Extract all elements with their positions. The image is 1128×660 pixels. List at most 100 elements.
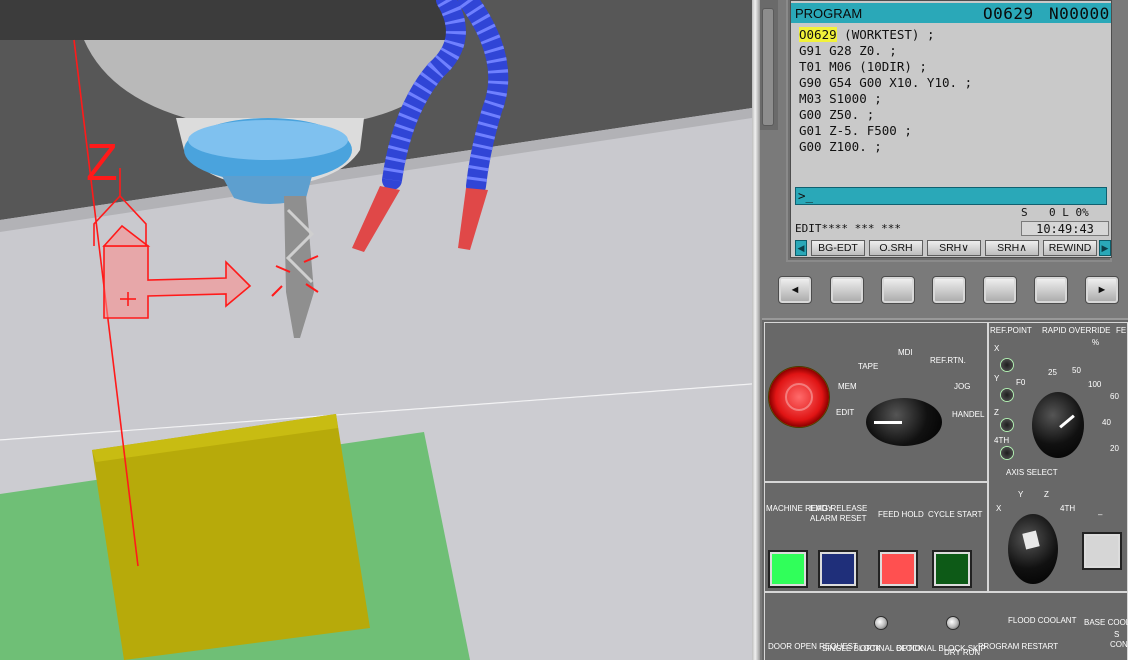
- mode-status-text: EDIT**** *** ***: [795, 222, 901, 235]
- axis-minus-button[interactable]: [1082, 532, 1122, 570]
- spindle-status: S 0 L 0%: [1021, 206, 1089, 219]
- flood-coolant-label: FLOOD COOLANT: [1008, 616, 1077, 625]
- feed-60-label: 60: [1110, 392, 1119, 401]
- program-listing[interactable]: O0629 (WORKTEST) ; G91 G28 Z0. ; T01 M06 (…: [799, 27, 1105, 155]
- feed-20-label: 20: [1110, 444, 1119, 453]
- program-header: PROGRAM O0629 N00000: [791, 3, 1111, 23]
- panel-splitter[interactable]: [752, 0, 760, 660]
- machine-ready-button[interactable]: [768, 550, 808, 588]
- viewport-scene: Z: [0, 0, 752, 660]
- program-number: O0629: [983, 4, 1034, 23]
- axis-select-y-label: Y: [1018, 490, 1024, 499]
- axis-led-x-label: X: [994, 344, 1000, 353]
- mode-mdi-label: MDI: [898, 348, 913, 357]
- program-line[interactable]: G90 G54 G00 X10. Y10. ;: [799, 75, 1105, 91]
- axis-select-knob[interactable]: [1008, 514, 1058, 584]
- cycle-start-button[interactable]: [932, 550, 972, 588]
- program-line[interactable]: G01 Z-5. F500 ;: [799, 123, 1105, 139]
- soft-key-bar: ◀ BG-EDT O.SRH SRH∨ SRH∧ REWIND ▶: [793, 239, 1111, 257]
- dry-run-toggle[interactable]: [946, 616, 960, 630]
- soft-key-rewind[interactable]: REWIND: [1043, 240, 1097, 256]
- soft-key-o-srh[interactable]: O.SRH: [869, 240, 923, 256]
- physical-key-left-arrow-icon[interactable]: ◄: [778, 276, 812, 304]
- ref-point-led-4th: [1000, 446, 1014, 460]
- mode-jog-label: JOG: [954, 382, 971, 391]
- feed-hold-label: FEED HOLD: [878, 510, 924, 519]
- axis-led-4th-label: 4TH: [994, 436, 1010, 445]
- single-block-toggle[interactable]: [874, 616, 888, 630]
- mode-handel-label: HANDEL: [952, 410, 985, 419]
- alarm-reset-label: ALARM RESET: [810, 514, 867, 523]
- cycle-start-label: CYCLE START: [928, 510, 983, 519]
- program-line-text: G00 Z100. ;: [799, 139, 882, 154]
- clock-display: 10:49:43: [1021, 221, 1109, 236]
- soft-key-next-arrow-icon[interactable]: ▶: [1099, 240, 1111, 256]
- fe-label: FE: [1116, 326, 1127, 335]
- physical-soft-key-3[interactable]: [932, 276, 966, 304]
- program-line[interactable]: T01 M06 (10DIR) ;: [799, 59, 1105, 75]
- physical-soft-key-2[interactable]: [881, 276, 915, 304]
- mode-ref-rtn-label: REF.RTN.: [930, 356, 966, 365]
- sequence-number: N00000: [1049, 4, 1110, 23]
- cnc-simulator-window: Z PROGRAM O0629 N00000 O0629 (WORKTEST) …: [0, 0, 1128, 660]
- ref-point-label: REF.POINT: [990, 326, 1032, 335]
- cnc-display-screen: PROGRAM O0629 N00000 O0629 (WORKTEST) ; G…: [790, 0, 1112, 258]
- feed-40-label: 40: [1102, 418, 1111, 427]
- soft-key-srh-up[interactable]: SRH∧: [985, 240, 1039, 256]
- program-cursor-highlight: O0629: [799, 27, 837, 42]
- mode-select-knob[interactable]: [866, 398, 942, 446]
- rapid-100-label: 100: [1088, 380, 1102, 389]
- physical-soft-keys: ◄ ►: [778, 276, 1124, 306]
- alarm-reset-button[interactable]: [818, 550, 858, 588]
- ref-point-led-z: [1000, 418, 1014, 432]
- program-line-text: G00 Z50. ;: [799, 107, 875, 122]
- command-input[interactable]: >_: [795, 187, 1107, 205]
- rapid-override-label: RAPID OVERRIDE: [1042, 326, 1111, 335]
- mode-edit-label: EDIT: [836, 408, 855, 417]
- feed-hold-button[interactable]: [878, 550, 918, 588]
- rapid-unit-label: %: [1092, 338, 1100, 347]
- program-line-text: G90 G54 G00 X10. Y10. ;: [799, 75, 973, 90]
- program-title: PROGRAM: [795, 6, 863, 21]
- program-line-text: (WORKTEST) ;: [836, 27, 935, 42]
- axis-select-label: AXIS SELECT: [1006, 468, 1058, 477]
- panel-scrollbar[interactable]: [760, 0, 778, 130]
- dry-run-label: DRY RUN: [944, 648, 981, 657]
- rapid-override-knob[interactable]: [1032, 392, 1084, 458]
- physical-soft-key-1[interactable]: [830, 276, 864, 304]
- program-line-text: G01 Z-5. F500 ;: [799, 123, 912, 138]
- partial-label-s: S: [1114, 630, 1120, 639]
- mode-status-row: EDIT**** *** *** 10:49:43: [793, 221, 1109, 237]
- program-line[interactable]: O0629 (WORKTEST) ;: [799, 27, 1105, 43]
- ref-point-led-x: [1000, 358, 1014, 372]
- base-coolant-label: BASE COOLANT: [1084, 618, 1128, 627]
- axis-minus-label: –: [1098, 510, 1103, 519]
- control-panel: PROGRAM O0629 N00000 O0629 (WORKTEST) ; G…: [760, 0, 1128, 660]
- program-line[interactable]: G91 G28 Z0. ;: [799, 43, 1105, 59]
- emergency-stop-button[interactable]: [768, 366, 830, 428]
- soft-key-bg-edt[interactable]: BG-EDT: [811, 240, 865, 256]
- physical-soft-key-4[interactable]: [983, 276, 1017, 304]
- physical-soft-key-5[interactable]: [1034, 276, 1068, 304]
- program-line-text: M03 S1000 ;: [799, 91, 882, 106]
- program-restart-label: PROGRAM RESTART: [978, 642, 1059, 651]
- rapid-25-label: 25: [1048, 368, 1057, 377]
- machine-3d-viewport[interactable]: Z: [0, 0, 752, 660]
- rapid-50-label: 50: [1072, 366, 1081, 375]
- cnc-display-bezel: PROGRAM O0629 N00000 O0629 (WORKTEST) ; G…: [786, 0, 1112, 262]
- ref-point-led-y: [1000, 388, 1014, 402]
- program-line[interactable]: G00 Z100. ;: [799, 139, 1105, 155]
- soft-key-srh-down[interactable]: SRH∨: [927, 240, 981, 256]
- soft-key-prev-arrow-icon[interactable]: ◀: [795, 240, 807, 256]
- physical-key-right-arrow-icon[interactable]: ►: [1085, 276, 1119, 304]
- program-line[interactable]: M03 S1000 ;: [799, 91, 1105, 107]
- mode-tape-label: TAPE: [858, 362, 879, 371]
- operator-panel: MDI TAPE REF.RTN. MEM JOG EDIT HANDEL RE…: [762, 318, 1128, 660]
- axis-select-4th-label: 4TH: [1060, 504, 1076, 513]
- partial-label-con: CON: [1110, 640, 1128, 649]
- mode-mem-label: MEM: [838, 382, 857, 391]
- axis-select-x-label: X: [996, 504, 1002, 513]
- z-axis-label: Z: [86, 134, 118, 192]
- program-line[interactable]: G00 Z50. ;: [799, 107, 1105, 123]
- program-line-text: G91 G28 Z0. ;: [799, 43, 897, 58]
